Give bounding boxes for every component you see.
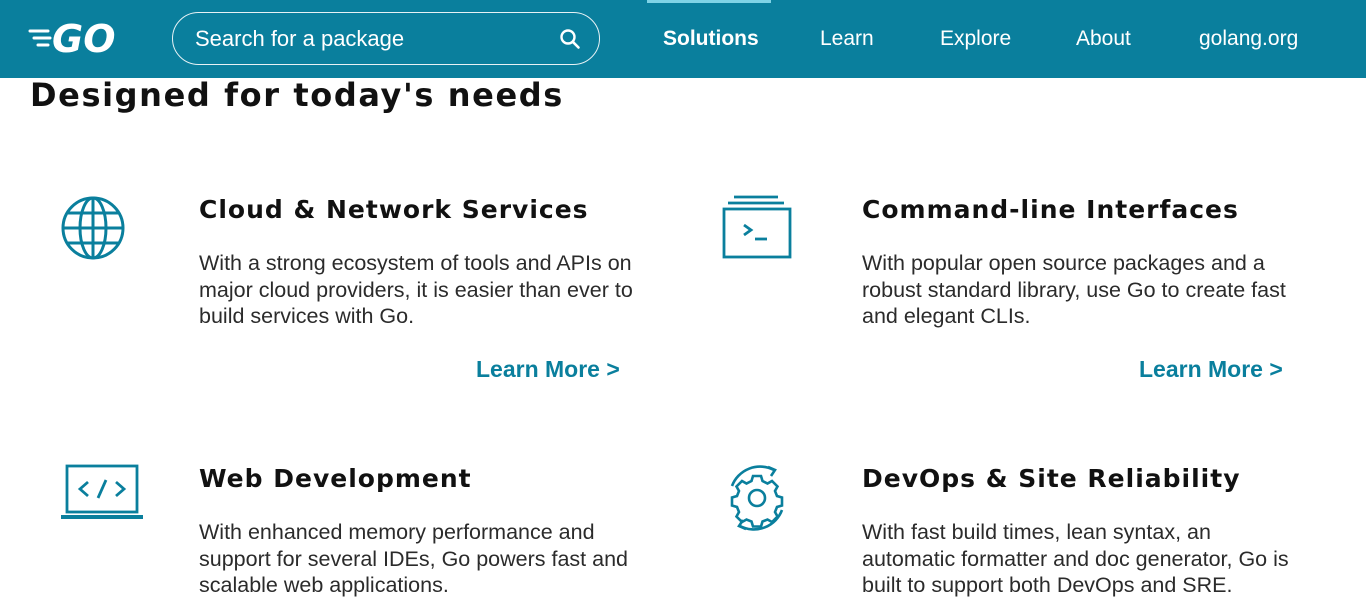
terminal-icon xyxy=(722,195,792,259)
active-nav-indicator xyxy=(647,0,771,3)
package-search-box[interactable] xyxy=(172,12,600,65)
nav-item-golang-org[interactable]: golang.org xyxy=(1199,24,1298,54)
learn-more-link-cli[interactable]: Learn More > xyxy=(1139,356,1283,383)
card-title-cloud: Cloud & Network Services xyxy=(199,195,589,224)
gear-cycle-icon xyxy=(730,465,784,531)
search-input[interactable] xyxy=(195,25,559,52)
nav-item-explore[interactable]: Explore xyxy=(940,24,1011,54)
code-laptop-icon xyxy=(61,464,143,519)
nav-item-about[interactable]: About xyxy=(1076,24,1131,54)
top-navigation-bar: GO Solutions Learn Explore About golang.… xyxy=(0,0,1366,78)
card-title-web: Web Development xyxy=(199,464,472,493)
learn-more-link-cloud[interactable]: Learn More > xyxy=(476,356,620,383)
card-description-cloud: With a strong ecosystem of tools and API… xyxy=(199,251,633,328)
search-icon[interactable] xyxy=(559,28,581,50)
card-title-devops: DevOps & Site Reliability xyxy=(862,464,1241,493)
globe-icon xyxy=(61,196,125,260)
card-description-cli: With popular open source packages and a … xyxy=(862,251,1286,328)
card-description-devops: With fast build times, lean syntax, an a… xyxy=(862,520,1289,597)
card-title-cli: Command-line Interfaces xyxy=(862,195,1239,224)
page-title: Designed for today's needs xyxy=(30,76,564,114)
go-logo[interactable]: GO xyxy=(28,17,124,61)
nav-item-solutions[interactable]: Solutions xyxy=(663,24,759,54)
card-description-web: With enhanced memory performance and sup… xyxy=(199,520,629,597)
logo-text: GO xyxy=(52,18,116,58)
go-logo-icon: GO xyxy=(28,17,116,61)
nav-item-learn[interactable]: Learn xyxy=(820,24,874,54)
